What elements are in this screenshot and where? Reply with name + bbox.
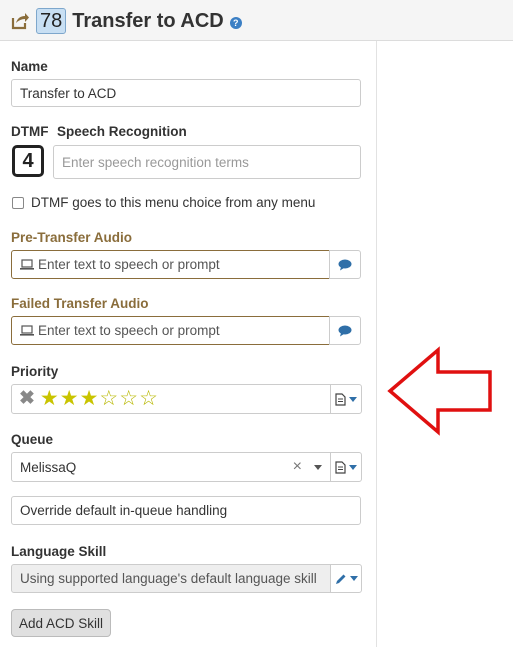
annotation-arrow — [387, 346, 492, 436]
dtmf-label: DTMF — [11, 124, 49, 139]
language-skill-input[interactable]: Using supported language's default langu… — [11, 564, 331, 593]
queue-options-dropdown[interactable] — [330, 452, 362, 482]
priority-stars[interactable]: ★ ★ ★ ☆ ☆ ☆ — [40, 388, 158, 410]
star-empty-icon[interactable]: ☆ — [139, 388, 158, 410]
comment-icon — [338, 259, 352, 270]
priority-rating[interactable]: ✖ ★ ★ ★ ☆ ☆ ☆ — [11, 384, 331, 414]
priority-options-dropdown[interactable] — [330, 384, 362, 414]
priority-label: Priority — [11, 364, 59, 379]
menu-number-badge: 78 — [36, 8, 67, 34]
star-filled-icon[interactable]: ★ — [60, 388, 79, 410]
pre-transfer-audio-prompt-button[interactable] — [329, 250, 361, 279]
pencil-icon — [335, 574, 345, 584]
dtmf-key-box[interactable]: 4 — [12, 145, 44, 177]
star-empty-icon[interactable]: ☆ — [119, 388, 138, 410]
caret-down-icon[interactable] — [314, 464, 322, 470]
panel-header: 78 Transfer to ACD ? — [0, 0, 513, 41]
pre-transfer-audio-label: Pre-Transfer Audio — [11, 230, 133, 245]
queue-select[interactable]: MelissaQ × — [11, 452, 331, 482]
pre-transfer-audio-input[interactable]: Enter text to speech or prompt — [11, 250, 330, 279]
language-skill-edit-dropdown[interactable] — [330, 564, 362, 593]
failed-transfer-audio-label: Failed Transfer Audio — [11, 296, 149, 311]
any-menu-checkbox-label: DTMF goes to this menu choice from any m… — [31, 195, 316, 210]
laptop-icon — [20, 259, 34, 270]
laptop-icon — [20, 325, 34, 336]
star-filled-icon[interactable]: ★ — [40, 388, 59, 410]
star-empty-icon[interactable]: ☆ — [99, 388, 118, 410]
add-acd-skill-button[interactable]: Add ACD Skill — [11, 609, 111, 637]
speech-recognition-label: Speech Recognition — [57, 124, 187, 139]
file-text-icon — [335, 460, 346, 474]
override-in-queue-handling-input[interactable]: Override default in-queue handling — [11, 496, 361, 525]
queue-value: MelissaQ — [20, 459, 77, 475]
name-label: Name — [11, 59, 48, 74]
clear-rating-icon[interactable]: ✖ — [19, 389, 35, 409]
failed-transfer-audio-placeholder: Enter text to speech or prompt — [38, 323, 220, 338]
queue-label: Queue — [11, 432, 54, 447]
help-icon[interactable]: ? — [229, 17, 242, 29]
speech-recognition-input[interactable]: Enter speech recognition terms — [53, 145, 361, 179]
transfer-arrow-icon — [11, 13, 29, 30]
page-title: Transfer to ACD — [72, 9, 224, 32]
any-menu-checkbox[interactable] — [12, 197, 24, 209]
pre-transfer-audio-placeholder: Enter text to speech or prompt — [38, 257, 220, 272]
failed-transfer-audio-input[interactable]: Enter text to speech or prompt — [11, 316, 330, 345]
caret-down-icon — [349, 396, 357, 402]
comment-icon — [338, 325, 352, 336]
failed-transfer-audio-prompt-button[interactable] — [329, 316, 361, 345]
queue-clear-icon[interactable]: × — [293, 458, 302, 476]
language-skill-label: Language Skill — [11, 544, 107, 559]
name-input[interactable]: Transfer to ACD — [11, 79, 361, 107]
caret-down-icon — [349, 464, 357, 470]
file-text-icon — [335, 392, 346, 406]
caret-down-icon — [349, 576, 358, 581]
star-filled-icon[interactable]: ★ — [80, 388, 99, 410]
